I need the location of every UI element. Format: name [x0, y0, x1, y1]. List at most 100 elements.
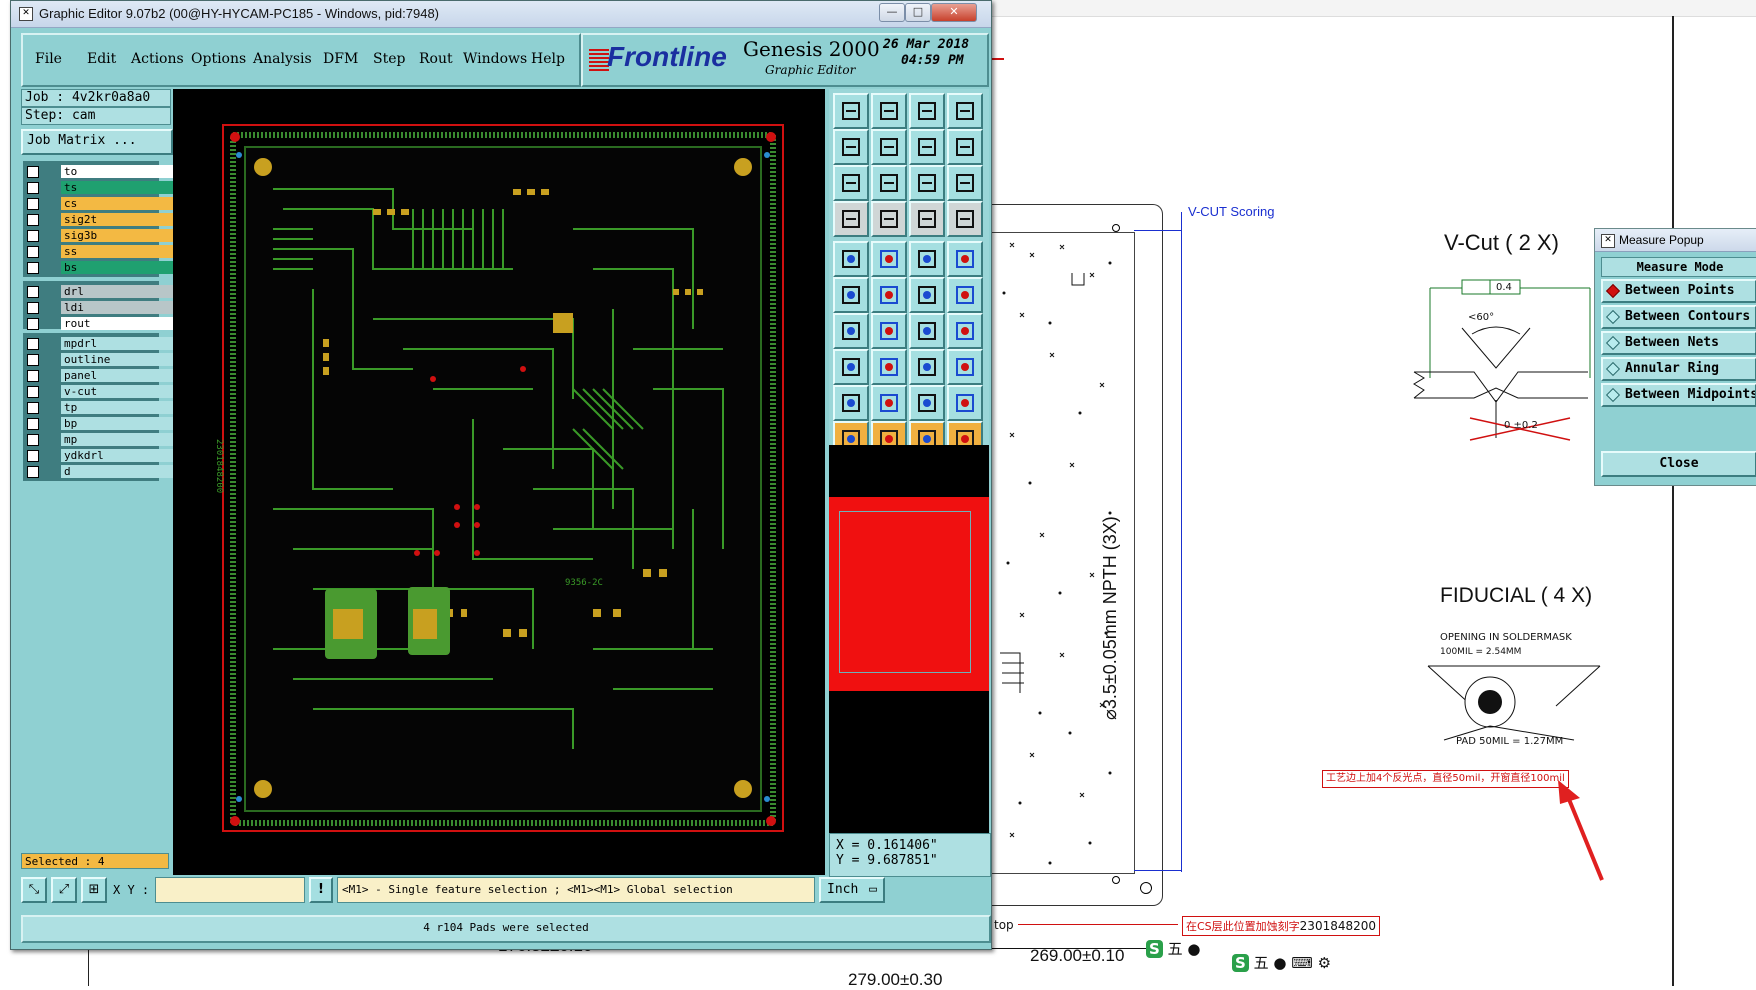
- menu-actions[interactable]: Actions: [131, 51, 184, 67]
- triangle-c-icon[interactable]: [909, 385, 945, 421]
- layer-row-sig2t[interactable]: sig2t: [27, 213, 173, 227]
- drill-tool-icon[interactable]: [947, 201, 983, 237]
- measure-mode-option[interactable]: Annular Ring: [1601, 357, 1756, 381]
- layer-checkbox[interactable]: [27, 466, 39, 478]
- menu-file[interactable]: File: [35, 51, 62, 67]
- zoom-area-button[interactable]: ⤢: [51, 877, 77, 903]
- triangle-b-icon[interactable]: [871, 385, 907, 421]
- layer-name[interactable]: to: [61, 165, 173, 178]
- layer-name[interactable]: rout: [61, 317, 173, 330]
- pan-left-icon[interactable]: [833, 129, 869, 165]
- layer-name[interactable]: d: [61, 465, 173, 478]
- menu-dfm[interactable]: DFM: [323, 51, 358, 67]
- delete-icon[interactable]: [871, 277, 907, 313]
- layer-checkbox[interactable]: [27, 418, 39, 430]
- copy-icon[interactable]: [833, 349, 869, 385]
- menu-help[interactable]: Help: [531, 51, 565, 67]
- layer-row-bs[interactable]: bs: [27, 261, 173, 275]
- layer-name[interactable]: ts: [61, 181, 173, 194]
- measure-mode-option[interactable]: Between Points: [1601, 279, 1756, 303]
- layer-row-ss[interactable]: ss: [27, 245, 173, 259]
- layer-checkbox[interactable]: [27, 338, 39, 350]
- layer-row-sig3b[interactable]: sig3b: [27, 229, 173, 243]
- pan-right-icon[interactable]: [871, 129, 907, 165]
- slash-icon[interactable]: [871, 313, 907, 349]
- units-dropdown[interactable]: Inch ▭: [819, 877, 885, 903]
- layer-name[interactable]: mpdrl: [61, 337, 173, 350]
- layer-checkbox[interactable]: [27, 262, 39, 274]
- layer-name[interactable]: drl: [61, 285, 173, 298]
- layer-row-ts[interactable]: ts: [27, 181, 173, 195]
- edit-tool-icon[interactable]: [833, 201, 869, 237]
- overview-map[interactable]: [829, 497, 989, 691]
- menu-edit[interactable]: Edit: [87, 51, 116, 67]
- job-matrix-button[interactable]: Job Matrix ...: [21, 129, 173, 155]
- triangle-a-icon[interactable]: [833, 385, 869, 421]
- layer-row-to[interactable]: to: [27, 165, 173, 179]
- layer-name[interactable]: v-cut: [61, 385, 173, 398]
- crop-icon[interactable]: [871, 241, 907, 277]
- select-move-icon[interactable]: [947, 277, 983, 313]
- open-job-icon[interactable]: [833, 93, 869, 129]
- layer-checkbox[interactable]: [27, 182, 39, 194]
- close-button[interactable]: Close: [1601, 451, 1756, 477]
- ime-toolbar-1[interactable]: S 五 ●: [1146, 938, 1200, 962]
- layer-row-d[interactable]: d: [27, 465, 173, 479]
- menu-windows[interactable]: Windows: [463, 51, 527, 67]
- zoom-box-icon[interactable]: [909, 129, 945, 165]
- ruler-icon[interactable]: [909, 241, 945, 277]
- layer-checkbox[interactable]: [27, 318, 39, 330]
- circle-icon[interactable]: [947, 241, 983, 277]
- snap-icon[interactable]: [947, 129, 983, 165]
- menu-step[interactable]: Step: [373, 51, 405, 67]
- layer-checkbox[interactable]: [27, 230, 39, 242]
- route-tool-icon[interactable]: [909, 201, 945, 237]
- layer-name[interactable]: ydkdrl: [61, 449, 173, 462]
- zoom-center-icon[interactable]: [871, 165, 907, 201]
- help-icon[interactable]: [947, 165, 983, 201]
- layer-name[interactable]: outline: [61, 353, 173, 366]
- layer-name[interactable]: sig2t: [61, 213, 173, 226]
- minimize-button[interactable]: —: [879, 3, 905, 22]
- layer-name[interactable]: bp: [61, 417, 173, 430]
- layer-checkbox[interactable]: [27, 370, 39, 382]
- menu-options[interactable]: Options: [191, 51, 246, 67]
- measure-mode-option[interactable]: Between Contours: [1601, 305, 1756, 329]
- arc-icon[interactable]: [909, 313, 945, 349]
- maximize-button[interactable]: □: [905, 3, 931, 22]
- zoom-fit-icon[interactable]: [833, 165, 869, 201]
- layer-row-outline[interactable]: outline: [27, 353, 173, 367]
- layer-row-ydkdrl[interactable]: ydkdrl: [27, 449, 173, 463]
- layout-icon[interactable]: [947, 93, 983, 129]
- layer-name[interactable]: bs: [61, 261, 173, 274]
- add-pad-icon[interactable]: [833, 241, 869, 277]
- layer-checkbox[interactable]: [27, 354, 39, 366]
- layer-name[interactable]: cs: [61, 197, 173, 210]
- layer-checkbox[interactable]: [27, 198, 39, 210]
- layer-checkbox[interactable]: [27, 214, 39, 226]
- filter-icon[interactable]: [947, 313, 983, 349]
- close-window-button[interactable]: ✕: [931, 3, 977, 22]
- layer-row-tp[interactable]: tp: [27, 401, 173, 415]
- overview-viewport[interactable]: [839, 511, 971, 673]
- xy-input[interactable]: [155, 877, 305, 903]
- layer-checkbox[interactable]: [27, 246, 39, 258]
- connect-icon[interactable]: [833, 277, 869, 313]
- layer-name[interactable]: panel: [61, 369, 173, 382]
- net-tool-icon[interactable]: [871, 201, 907, 237]
- group-icon[interactable]: [947, 349, 983, 385]
- layer-row-drl[interactable]: drl: [27, 285, 173, 299]
- menu-rout[interactable]: Rout: [419, 51, 453, 67]
- home-icon[interactable]: [909, 93, 945, 129]
- layer-row-bp[interactable]: bp: [27, 417, 173, 431]
- resize-icon[interactable]: [909, 349, 945, 385]
- measure-mode-option[interactable]: Between Midpoints: [1601, 383, 1756, 407]
- layer-row-rout[interactable]: rout: [27, 317, 173, 331]
- move-icon[interactable]: [909, 277, 945, 313]
- layer-checkbox[interactable]: [27, 402, 39, 414]
- layer-checkbox[interactable]: [27, 166, 39, 178]
- menu-analysis[interactable]: Analysis: [253, 51, 312, 67]
- layer-row-mpdrl[interactable]: mpdrl: [27, 337, 173, 351]
- layer-checkbox[interactable]: [27, 434, 39, 446]
- scale-1-2-icon[interactable]: [909, 165, 945, 201]
